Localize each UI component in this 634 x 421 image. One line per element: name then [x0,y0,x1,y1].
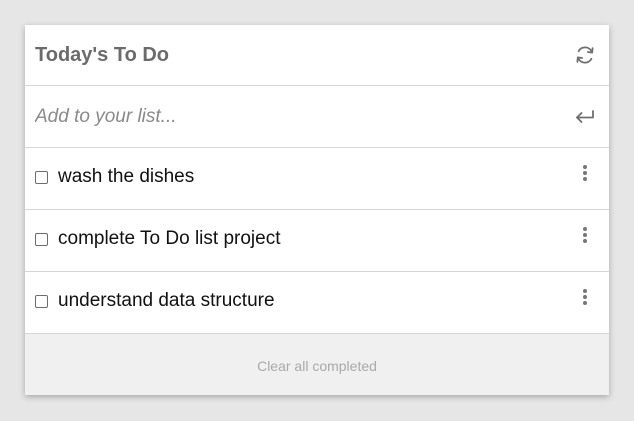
list-item: wash the dishes [25,148,609,210]
item-checkbox[interactable] [35,171,48,184]
item-checkbox[interactable] [35,295,48,308]
item-label: understand data structure [58,290,275,311]
enter-icon[interactable] [573,105,597,129]
item-label: wash the dishes [58,166,195,187]
more-vertical-icon[interactable] [573,162,597,186]
item-checkbox[interactable] [35,233,48,246]
todo-card: Today's To Do wash the dishes [25,25,609,395]
clear-completed-button[interactable]: Clear all completed [25,358,609,374]
more-vertical-icon[interactable] [573,286,597,310]
add-item-input[interactable] [35,104,555,130]
item-label: complete To Do list project [58,228,281,249]
list-item: understand data structure [25,272,609,334]
todo-header: Today's To Do [25,25,609,86]
page-title: Today's To Do [35,44,170,66]
refresh-icon[interactable] [573,43,597,67]
add-item-row [25,86,609,148]
todo-footer: Clear all completed [25,334,609,395]
list-item: complete To Do list project [25,210,609,272]
more-vertical-icon[interactable] [573,224,597,248]
